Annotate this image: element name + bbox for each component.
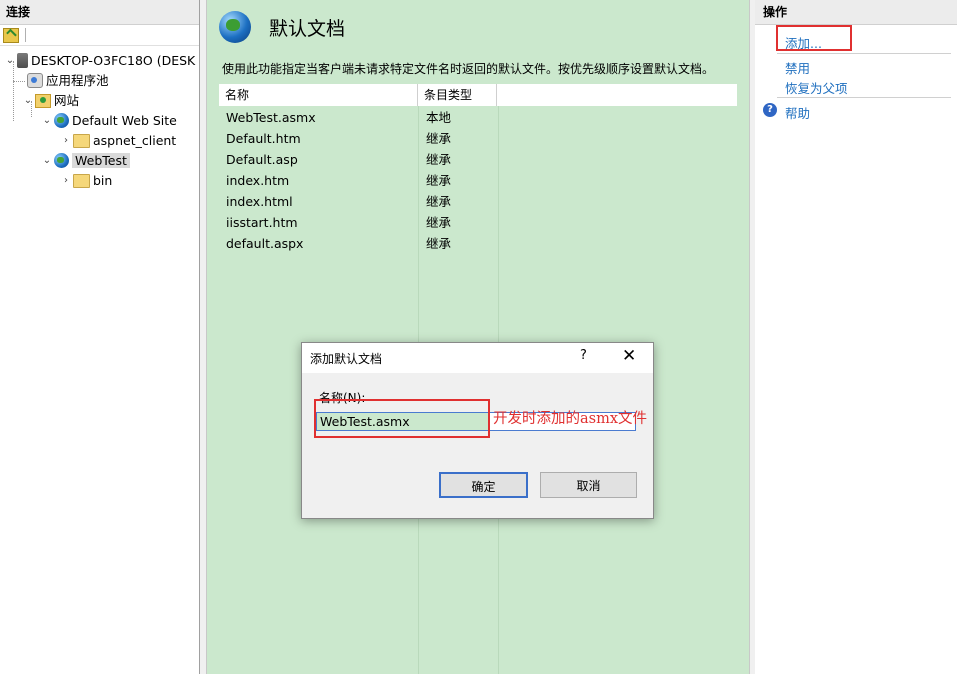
document-name: iisstart.htm bbox=[226, 215, 298, 230]
tree-node-label: DESKTOP-O3FC18O (DESK bbox=[31, 53, 196, 68]
entry-type: 继承 bbox=[426, 152, 452, 167]
cancel-button[interactable]: 取消 bbox=[540, 472, 637, 498]
entry-type: 继承 bbox=[426, 173, 452, 188]
actions-separator bbox=[777, 53, 951, 54]
globe-icon bbox=[219, 11, 251, 43]
document-name: Default.asp bbox=[226, 152, 298, 167]
connections-pane: 连接 ⌄ DESKTOP-O3FC18O (DESK 应用程序池 ⌄ 网站 ⌄ Def… bbox=[0, 0, 200, 674]
chevron-right-icon[interactable]: › bbox=[60, 171, 72, 191]
tree-node-bin[interactable]: › bin bbox=[60, 171, 112, 191]
server-icon bbox=[17, 53, 28, 68]
entry-type: 继承 bbox=[426, 131, 452, 146]
sites-folder-icon bbox=[35, 93, 51, 108]
chevron-right-icon[interactable]: › bbox=[60, 131, 72, 151]
page-description: 使用此功能指定当客户端未请求特定文件名时返回的默认文件。按优先级顺序设置默认文档… bbox=[222, 62, 715, 76]
feature-pane: 默认文档 使用此功能指定当客户端未请求特定文件名时返回的默认文件。按优先级顺序设… bbox=[206, 0, 750, 674]
tree-node-label: 网站 bbox=[54, 93, 80, 108]
entry-type: 本地 bbox=[426, 110, 452, 125]
folder-icon bbox=[73, 173, 90, 188]
tree-node-label: aspnet_client bbox=[93, 133, 177, 148]
highlight-box bbox=[776, 25, 852, 51]
ok-button[interactable]: 确定 bbox=[439, 472, 528, 498]
list-item[interactable]: index.htm 继承 bbox=[219, 170, 737, 191]
globe-icon bbox=[54, 153, 69, 168]
list-item[interactable]: Default.asp 继承 bbox=[219, 149, 737, 170]
help-icon[interactable]: ? bbox=[580, 348, 587, 363]
connections-toolbar bbox=[0, 25, 199, 46]
tree-node-aspnet-client[interactable]: › aspnet_client bbox=[60, 131, 176, 151]
help-link[interactable]: 帮助 bbox=[785, 103, 810, 122]
tree-node-label: WebTest bbox=[72, 153, 130, 168]
column-header-entry-type[interactable]: 条目类型 bbox=[418, 84, 497, 106]
column-header-name[interactable]: 名称 bbox=[219, 84, 418, 106]
document-name: default.aspx bbox=[226, 236, 304, 251]
tree-node-webtest[interactable]: ⌄ WebTest bbox=[41, 151, 130, 171]
app-pool-icon bbox=[27, 73, 43, 88]
list-item[interactable]: Default.htm 继承 bbox=[219, 128, 737, 149]
disable-action-link[interactable]: 禁用 bbox=[785, 58, 810, 77]
close-icon[interactable]: ✕ bbox=[622, 346, 636, 366]
tree-node-label: Default Web Site bbox=[72, 113, 177, 128]
toolbar-separator bbox=[25, 28, 26, 42]
page-title: 默认文档 bbox=[269, 18, 346, 40]
chevron-down-icon[interactable]: ⌄ bbox=[41, 111, 53, 131]
list-item[interactable]: index.html 继承 bbox=[219, 191, 737, 212]
highlight-box bbox=[314, 399, 490, 438]
connections-header: 连接 bbox=[0, 0, 199, 25]
dialog-title: 添加默认文档 bbox=[310, 352, 383, 366]
chevron-down-icon[interactable]: ⌄ bbox=[22, 91, 34, 111]
default-documents-list: 名称 条目类型 WebTest.asmx 本地 Default.htm 继承 D… bbox=[219, 84, 737, 674]
entry-type: 继承 bbox=[426, 236, 452, 251]
annotation-note: 开发时添加的asmx文件 bbox=[493, 411, 648, 427]
list-item[interactable]: WebTest.asmx 本地 bbox=[219, 107, 737, 128]
entry-type: 继承 bbox=[426, 215, 452, 230]
actions-separator bbox=[777, 97, 951, 98]
list-header: 名称 条目类型 bbox=[219, 84, 737, 106]
actions-header: 操作 bbox=[755, 0, 957, 25]
document-name: Default.htm bbox=[226, 131, 301, 146]
chevron-down-icon[interactable]: ⌄ bbox=[4, 51, 16, 71]
tree-node-sites[interactable]: ⌄ 网站 bbox=[22, 91, 79, 111]
list-item[interactable]: default.aspx 继承 bbox=[219, 233, 737, 254]
entry-type: 继承 bbox=[426, 194, 452, 209]
tree-node-default-web-site[interactable]: ⌄ Default Web Site bbox=[41, 111, 177, 131]
document-name: index.htm bbox=[226, 173, 290, 188]
document-name: WebTest.asmx bbox=[226, 110, 316, 125]
folder-icon bbox=[73, 133, 90, 148]
revert-to-parent-link[interactable]: 恢复为父项 bbox=[785, 78, 848, 97]
dialog-titlebar: 添加默认文档 ? ✕ bbox=[302, 343, 653, 373]
tree-node-label: bin bbox=[93, 173, 113, 188]
tree-node-server[interactable]: ⌄ DESKTOP-O3FC18O (DESK bbox=[4, 51, 195, 71]
actions-pane: 操作 添加... 禁用 恢复为父项 ? 帮助 bbox=[755, 0, 957, 674]
help-icon[interactable]: ? bbox=[763, 103, 777, 117]
connect-icon[interactable] bbox=[3, 28, 19, 43]
tree-node-label: 应用程序池 bbox=[46, 73, 109, 88]
document-name: index.html bbox=[226, 194, 293, 209]
tree-node-app-pools[interactable]: 应用程序池 bbox=[26, 71, 109, 91]
list-item[interactable]: iisstart.htm 继承 bbox=[219, 212, 737, 233]
globe-icon bbox=[54, 113, 69, 128]
chevron-down-icon[interactable]: ⌄ bbox=[41, 151, 53, 171]
